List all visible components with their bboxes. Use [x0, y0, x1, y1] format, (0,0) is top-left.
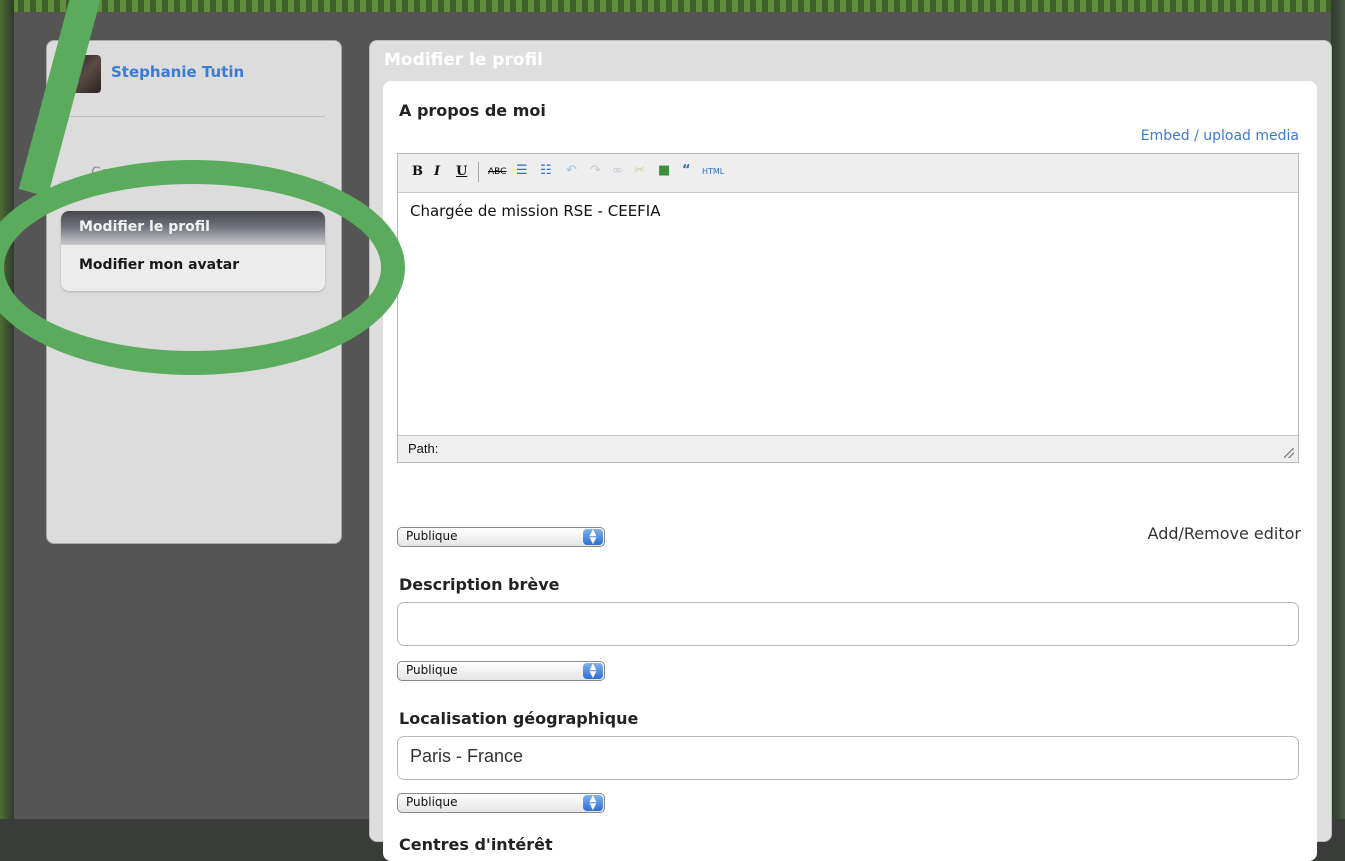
right-edge: [1331, 0, 1345, 819]
short-description-input[interactable]: [397, 602, 1299, 646]
select-value: Publique: [406, 795, 458, 809]
toolbar-separator: [478, 162, 479, 182]
image-icon[interactable]: ■: [658, 163, 670, 178]
profile-form: A propos de moi Embed / upload media B I…: [383, 81, 1317, 861]
editor-toolbar: B I U ABC ☰ ☷ ↶ ↷ ∞ ✂ ■ “ HTML: [398, 154, 1298, 193]
spellcheck-icon[interactable]: ABC: [488, 167, 506, 177]
unlink-icon[interactable]: ✂: [634, 163, 645, 178]
link-icon[interactable]: ∞: [612, 163, 623, 178]
interests-label: Centres d'intérêt: [399, 835, 553, 854]
select-arrows-icon: ▲ ▼: [583, 795, 603, 812]
select-arrows-icon: ▲ ▼: [583, 529, 603, 546]
add-remove-editor-link[interactable]: Add/Remove editor: [1148, 524, 1301, 543]
main-panel: Modifier le profil A propos de moi Embed…: [369, 40, 1332, 861]
bullet-list-icon[interactable]: ☰: [516, 163, 528, 178]
about-label: A propos de moi: [399, 101, 546, 120]
blockquote-icon[interactable]: “: [682, 163, 691, 178]
underline-button[interactable]: U: [456, 164, 467, 179]
redo-icon[interactable]: ↷: [590, 163, 601, 178]
select-value: Publique: [406, 529, 458, 543]
editor-content: Chargée de mission RSE - CEEFIA: [410, 202, 661, 220]
user-row[interactable]: Stephanie Tutin: [61, 55, 331, 95]
editor-statusbar: Path:: [398, 435, 1298, 462]
about-visibility-select[interactable]: Publique ▲ ▼: [397, 527, 605, 547]
short-description-label: Description brève: [399, 575, 560, 594]
page-title: Modifier le profil: [384, 50, 543, 70]
rich-text-editor[interactable]: B I U ABC ☰ ☷ ↶ ↷ ∞ ✂ ■ “ HTML Chargée d…: [397, 153, 1299, 463]
embed-upload-media-link[interactable]: Embed / upload media: [1141, 128, 1299, 144]
input-value: Paris - France: [410, 746, 524, 766]
resize-grip-icon[interactable]: [1284, 448, 1294, 458]
select-value: Publique: [406, 663, 458, 677]
location-visibility-select[interactable]: Publique ▲ ▼: [397, 793, 605, 813]
numbered-list-icon[interactable]: ☷: [540, 163, 552, 178]
short-description-visibility-select[interactable]: Publique ▲ ▼: [397, 661, 605, 681]
left-edge: [0, 0, 14, 819]
location-input[interactable]: Paris - France: [397, 736, 1299, 780]
location-label: Localisation géographique: [399, 709, 639, 728]
undo-icon[interactable]: ↶: [566, 163, 577, 178]
editor-path-label: Path:: [408, 441, 439, 456]
annotation-circle: [0, 160, 405, 375]
italic-button[interactable]: I: [434, 164, 440, 179]
sidebar-divider: [59, 116, 325, 117]
html-source-icon[interactable]: HTML: [702, 167, 724, 176]
user-name-link[interactable]: Stephanie Tutin: [111, 63, 244, 81]
top-pattern-band: [0, 0, 1345, 12]
bold-button[interactable]: B: [412, 164, 423, 179]
select-arrows-icon: ▲ ▼: [583, 663, 603, 680]
